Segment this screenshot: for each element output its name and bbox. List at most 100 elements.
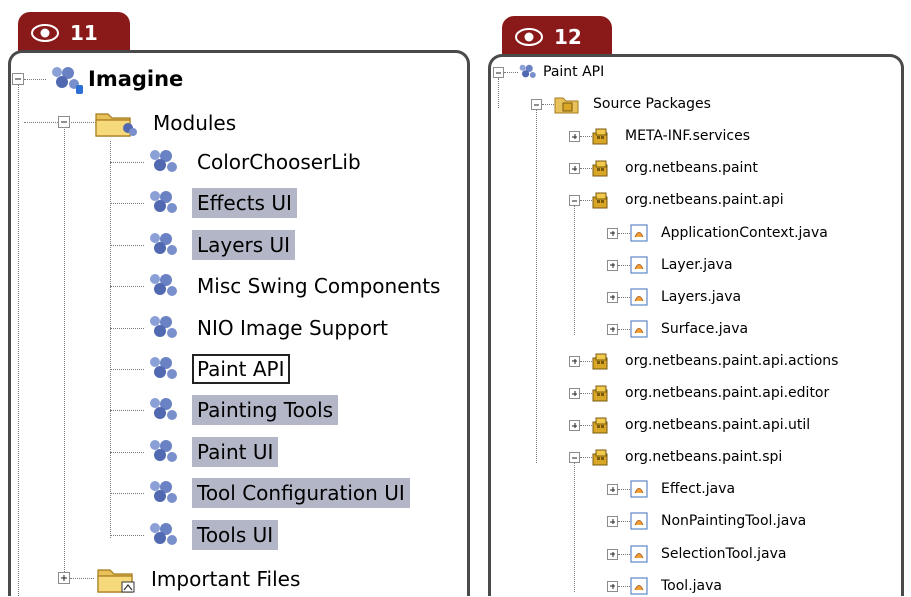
module-icon xyxy=(150,315,177,338)
module-paint-ui[interactable]: Paint UI xyxy=(144,436,279,468)
expand-expander[interactable] xyxy=(607,484,618,496)
tree-node-org-netbeans-paint-spi[interactable]: org.netbeans.paint.spi xyxy=(592,446,785,468)
tree-node-important-files[interactable]: Important Files xyxy=(96,564,305,594)
package-icon xyxy=(592,353,608,370)
left-tree-panel: 11 Imagine Modules Important Files Color… xyxy=(0,0,480,596)
tree-node-label: META-INF.services xyxy=(625,128,751,145)
expand-expander[interactable] xyxy=(607,548,618,560)
module-effects-ui[interactable]: Effects UI xyxy=(144,187,297,219)
tree-node-label: org.netbeans.paint.api.actions xyxy=(625,352,839,369)
tree-node-surface-java[interactable]: Surface.java xyxy=(630,318,751,340)
module-painting-tools[interactable]: Painting Tools xyxy=(144,394,339,426)
important-files-label: Important Files xyxy=(151,567,301,591)
tree-node-label: Surface.java xyxy=(661,320,749,337)
module-misc-swing-components[interactable]: Misc Swing Components xyxy=(144,270,445,302)
tree-node-label: NonPaintingTool.java xyxy=(661,513,807,530)
module-label: Paint UI xyxy=(192,436,279,467)
module-icon xyxy=(150,522,177,545)
tree-node-modules[interactable]: Modules xyxy=(94,108,241,138)
eye-icon xyxy=(515,28,543,46)
expand-expander[interactable] xyxy=(607,323,618,335)
package-icon xyxy=(592,128,608,145)
java-file-icon xyxy=(630,255,648,274)
package-icon xyxy=(592,449,608,466)
important-files-expand-expander[interactable] xyxy=(58,572,70,584)
expand-expander[interactable] xyxy=(607,516,618,528)
collapse-expander[interactable] xyxy=(569,452,580,464)
collapse-expander[interactable] xyxy=(569,195,580,207)
module-icon xyxy=(150,439,177,462)
expand-expander[interactable] xyxy=(569,131,580,143)
java-file-icon xyxy=(630,223,648,242)
module-icon xyxy=(150,274,177,297)
java-file-icon xyxy=(630,544,648,563)
module-layers-ui[interactable]: Layers UI xyxy=(144,229,296,261)
tree-node-tool-java[interactable]: Tool.java xyxy=(630,575,725,597)
tree-node-meta-inf-services[interactable]: META-INF.services xyxy=(592,125,753,147)
tree-node-imagine[interactable]: Imagine xyxy=(46,63,183,95)
tree-node-applicationcontext-java[interactable]: ApplicationContext.java xyxy=(630,222,831,244)
folder-icon xyxy=(95,113,137,137)
module-icon xyxy=(150,191,177,214)
module-nio-image-support[interactable]: NIO Image Support xyxy=(144,312,393,344)
module-label: Tool Configuration UI xyxy=(192,478,410,509)
module-tools-ui[interactable]: Tools UI xyxy=(144,519,279,551)
badge-11: 11 xyxy=(18,12,130,54)
badge-12: 12 xyxy=(502,16,612,58)
eye-icon xyxy=(31,24,59,42)
tree-node-label: Layer.java xyxy=(661,256,733,273)
module-label: ColorChooserLib xyxy=(197,150,361,174)
module-label: Paint API xyxy=(192,354,290,384)
tree-node-label: Source Packages xyxy=(593,96,711,113)
expand-expander[interactable] xyxy=(607,227,618,239)
module-icon xyxy=(150,357,177,379)
module-label: NIO Image Support xyxy=(197,315,389,340)
tree-node-label: Layers.java xyxy=(661,288,742,305)
tree-node-label: org.netbeans.paint.spi xyxy=(625,449,783,466)
tree-node-selectiontool-java[interactable]: SelectionTool.java xyxy=(630,543,790,565)
tree-node-source-packages[interactable]: Source Packages xyxy=(554,93,714,115)
tree-node-nonpaintingtool-java[interactable]: NonPaintingTool.java xyxy=(630,510,809,532)
badge-number: 12 xyxy=(554,25,582,49)
expand-expander[interactable] xyxy=(607,259,618,271)
tree-node-org-netbeans-paint-api-util[interactable]: org.netbeans.paint.api.util xyxy=(592,414,813,436)
expand-expander[interactable] xyxy=(607,291,618,303)
tree-node-org-netbeans-paint[interactable]: org.netbeans.paint xyxy=(592,157,761,179)
imagine-collapse-expander[interactable] xyxy=(12,73,24,85)
package-icon xyxy=(592,417,608,434)
module-icon xyxy=(150,481,177,504)
module-icon xyxy=(519,64,536,78)
module-tool-configuration-ui[interactable]: Tool Configuration UI xyxy=(144,477,410,509)
tree-node-org-netbeans-paint-api-editor[interactable]: org.netbeans.paint.api.editor xyxy=(592,382,832,404)
expand-expander[interactable] xyxy=(607,580,618,592)
tree-node-paint-api[interactable]: Paint API xyxy=(516,61,607,83)
tree-node-org-netbeans-paint-api-actions[interactable]: org.netbeans.paint.api.actions xyxy=(592,350,841,372)
expand-expander[interactable] xyxy=(569,163,580,175)
java-file-icon xyxy=(630,288,648,306)
java-file-icon xyxy=(630,512,648,530)
tree-node-layers-java[interactable]: Layers.java xyxy=(630,286,744,308)
expand-expander[interactable] xyxy=(569,420,580,432)
folder-icon xyxy=(97,569,135,593)
module-icon xyxy=(52,67,83,94)
expand-expander[interactable] xyxy=(569,388,580,399)
tree-node-org-netbeans-paint-api[interactable]: org.netbeans.paint.api xyxy=(592,189,787,211)
tree-node-label: org.netbeans.paint.api.editor xyxy=(625,385,830,401)
tree-node-layer-java[interactable]: Layer.java xyxy=(630,254,736,276)
collapse-expander[interactable] xyxy=(531,99,542,111)
module-paint-api[interactable]: Paint API xyxy=(144,353,290,385)
modules-collapse-expander[interactable] xyxy=(58,116,70,128)
tree-node-label: Effect.java xyxy=(661,481,736,498)
expand-expander[interactable] xyxy=(569,355,580,367)
package-icon xyxy=(592,385,608,402)
module-label: Misc Swing Components xyxy=(197,274,441,299)
tree-node-effect-java[interactable]: Effect.java xyxy=(630,478,738,500)
module-label: Painting Tools xyxy=(192,395,339,426)
folder-icon xyxy=(554,97,579,114)
collapse-expander[interactable] xyxy=(493,67,504,78)
tree-node-label: Paint API xyxy=(543,64,605,80)
module-icon xyxy=(150,150,177,172)
package-icon xyxy=(592,192,608,209)
module-colorchooserlib[interactable]: ColorChooserLib xyxy=(144,146,366,178)
tree-node-label: ApplicationContext.java xyxy=(661,224,828,241)
